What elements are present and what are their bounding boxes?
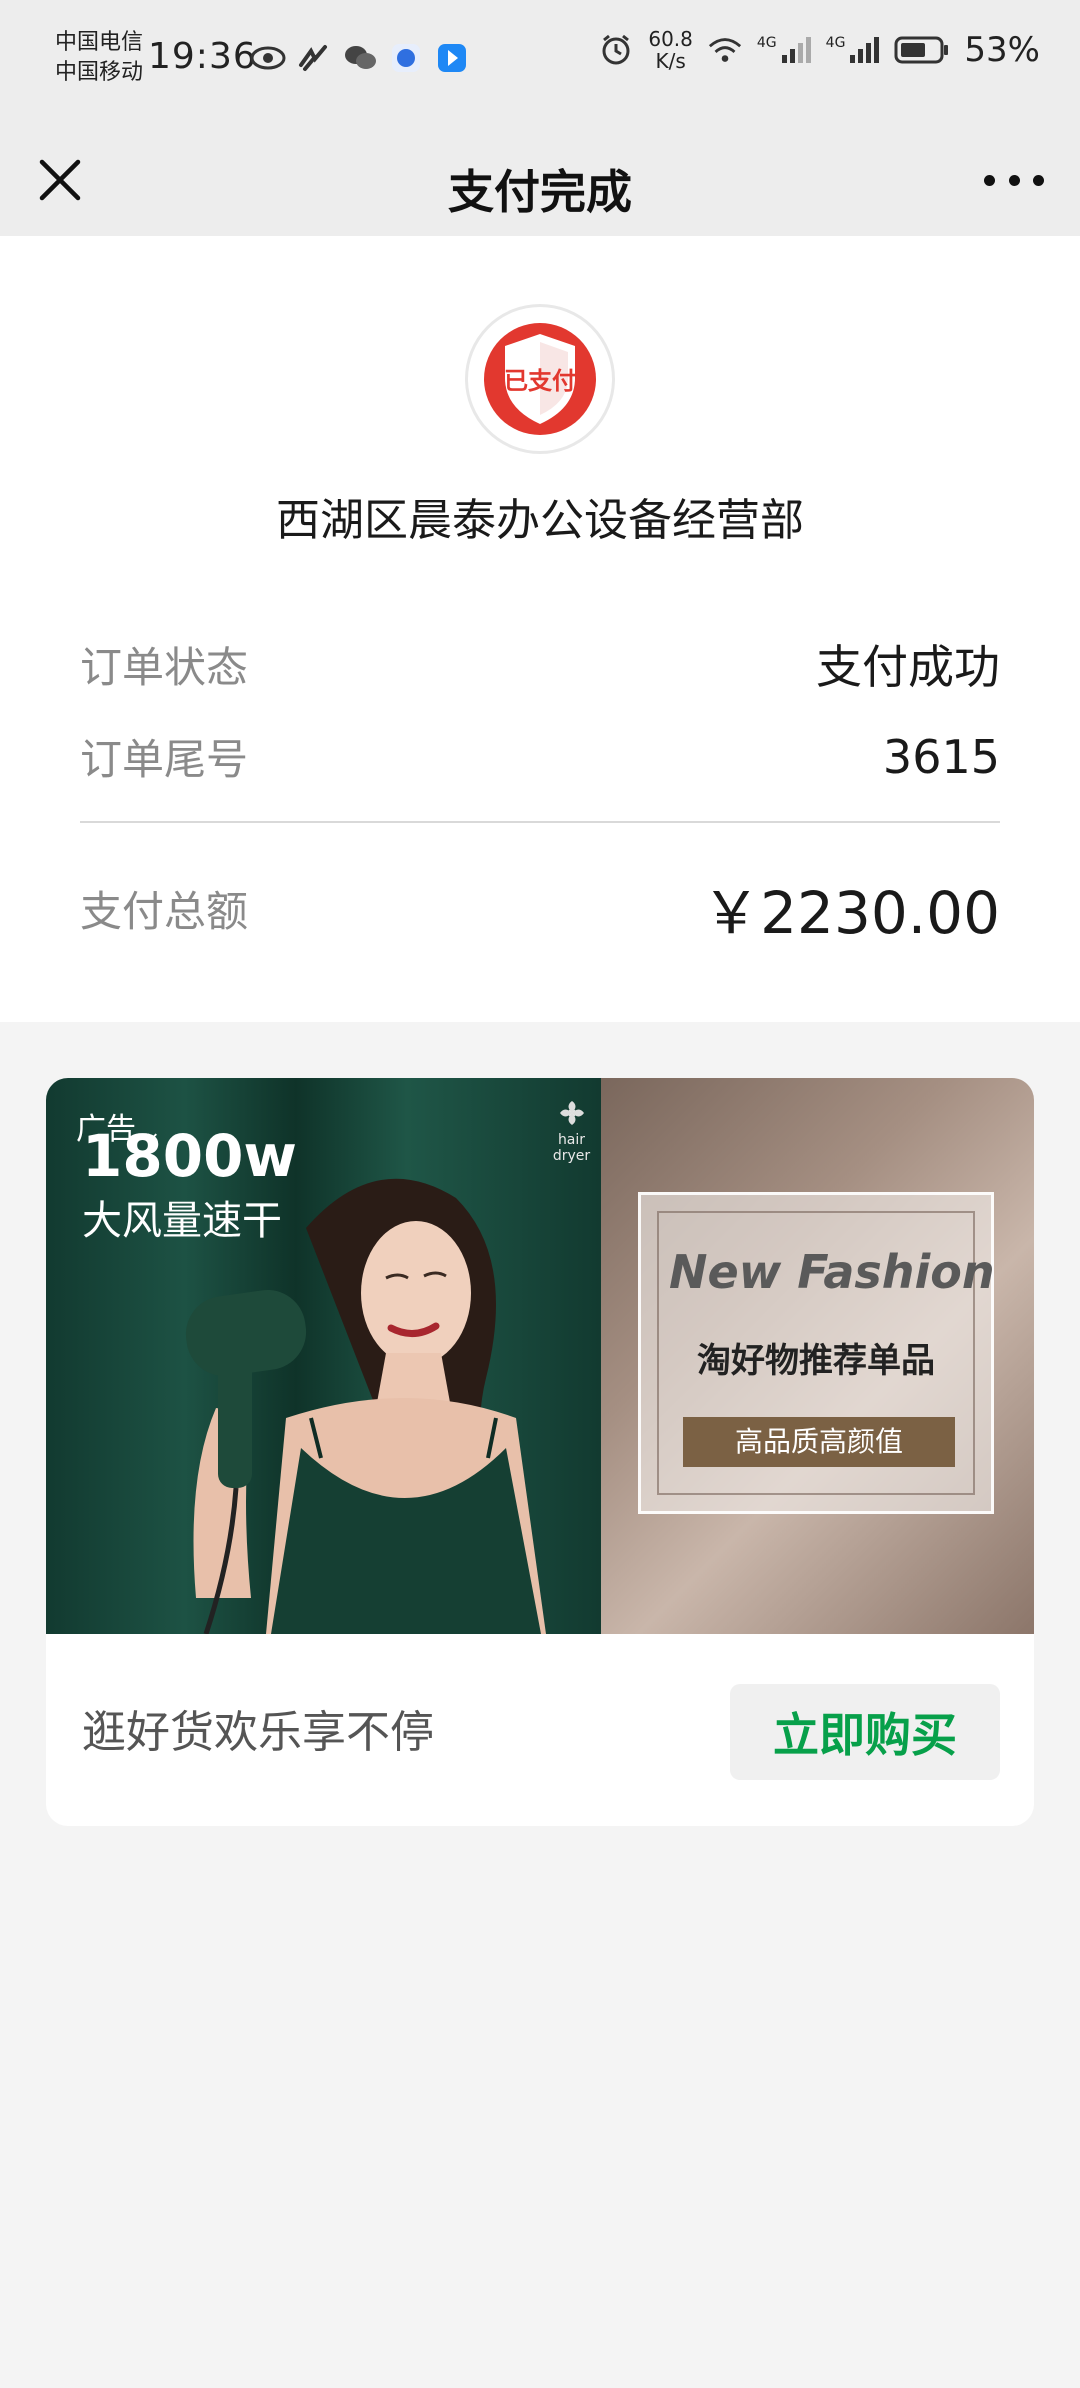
app-blue-icon: [388, 40, 424, 76]
ad-slogan: 大风量速干: [82, 1198, 282, 1244]
signal-bars-icon: [781, 37, 811, 63]
system-icons: 60.8 K/s 4G 4G 53%: [598, 28, 1040, 72]
promo-title: 淘好物推荐单品: [697, 1341, 935, 1381]
signal-1-label: 4G: [756, 35, 777, 51]
more-button[interactable]: [984, 160, 1044, 200]
brand-logo-text: hair dryer: [552, 1132, 591, 1164]
ad-wattage: 1800w: [82, 1122, 298, 1190]
nav-bar: 支付完成: [0, 120, 1080, 236]
eye-icon: [250, 40, 286, 76]
pulse-icon: [296, 40, 332, 76]
total-label: 支付总额: [80, 886, 249, 936]
more-dot-icon: [984, 174, 995, 186]
order-status-value: 支付成功: [816, 640, 1000, 694]
order-status-label: 订单状态: [80, 642, 249, 692]
notification-icons: [250, 40, 470, 76]
signal-2: 4G: [826, 35, 881, 65]
battery-percent: 53%: [964, 30, 1040, 70]
ad-image[interactable]: 广告 ⌄ 1800w 大风量速干 hair dryer New Fashion …: [46, 1078, 1034, 1634]
more-dot-icon: [1008, 174, 1020, 186]
paid-badge: 已支付: [465, 304, 615, 454]
alarm-icon: [598, 32, 634, 68]
badge-text: 已支付: [504, 367, 576, 395]
wifi-icon: [707, 32, 743, 68]
clock: 19:36: [148, 36, 257, 77]
signal-bars-icon: [850, 37, 880, 63]
brand-logo: hair dryer: [542, 1098, 601, 1164]
network-speed-value: 60.8: [648, 27, 693, 51]
carrier-names: 中国电信 中国移动: [55, 28, 143, 88]
order-tail-row: 订单尾号 3615: [80, 726, 1000, 787]
promo-heading: New Fashion: [669, 1245, 995, 1299]
network-speed: 60.8 K/s: [648, 28, 693, 72]
divider: [80, 821, 1000, 823]
order-status-row: 订单状态 支付成功: [80, 631, 1000, 697]
payment-result-card: 已支付 西湖区晨泰办公设备经营部 订单状态 支付成功 订单尾号 3615 支付总…: [0, 236, 1080, 1022]
buy-now-button[interactable]: 立即购买: [730, 1684, 1000, 1780]
signal-1: 4G: [757, 35, 812, 65]
promo-frame: New Fashion 淘好物推荐单品 高品质高颜值: [638, 1192, 995, 1514]
page-title: 支付完成: [448, 165, 632, 219]
signal-2-label: 4G: [825, 35, 846, 51]
wechat-icon: [342, 40, 378, 76]
battery-icon: [894, 32, 950, 68]
order-tail-label: 订单尾号: [80, 735, 249, 784]
more-dot-icon: [1033, 174, 1044, 186]
total-row: 支付总额 ￥2230.00: [80, 866, 1000, 950]
ad-caption: 逛好货欢乐享不停: [82, 1707, 434, 1758]
ad-image-left: 广告 ⌄ 1800w 大风量速干 hair dryer: [46, 1078, 601, 1634]
carrier-2: 中国移动: [55, 60, 144, 85]
merchant-name: 西湖区晨泰办公设备经营部: [276, 495, 804, 546]
ad-footer: 逛好货欢乐享不停 立即购买: [46, 1634, 1034, 1826]
fan-icon: [559, 1101, 584, 1125]
promo-pill: 高品质高颜值: [683, 1417, 955, 1467]
total-amount: ￥2230.00: [702, 879, 1000, 947]
status-bar: 中国电信 中国移动 19:36 60.8 K/s 4G 4G 53%: [0, 0, 1080, 120]
network-speed-unit: K/s: [655, 49, 686, 73]
paid-shield-icon: 已支付: [478, 317, 602, 441]
app-arrow-icon: [434, 40, 470, 76]
order-tail-value: 3615: [882, 729, 1000, 784]
ad-card[interactable]: 广告 ⌄ 1800w 大风量速干 hair dryer New Fashion …: [46, 1078, 1034, 1826]
carrier-1: 中国电信: [55, 30, 144, 55]
